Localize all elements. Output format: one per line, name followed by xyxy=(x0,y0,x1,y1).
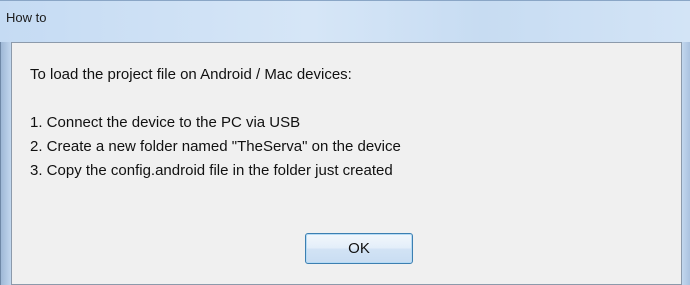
dialog-window: How to To load the project file on Andro… xyxy=(0,0,690,285)
dialog-content: To load the project file on Android / Ma… xyxy=(11,42,682,285)
window-title: How to xyxy=(6,10,47,25)
window-frame-right xyxy=(682,42,690,285)
intro-text: To load the project file on Android / Ma… xyxy=(30,66,352,83)
step-2-text: 2. Create a new folder named "TheServa" … xyxy=(30,138,401,155)
window-frame-left xyxy=(0,42,11,285)
ok-button[interactable]: OK xyxy=(305,233,413,264)
title-bar[interactable]: How to xyxy=(0,0,690,42)
step-3-text: 3. Copy the config.android file in the f… xyxy=(30,162,393,179)
step-1-text: 1. Connect the device to the PC via USB xyxy=(30,114,301,131)
